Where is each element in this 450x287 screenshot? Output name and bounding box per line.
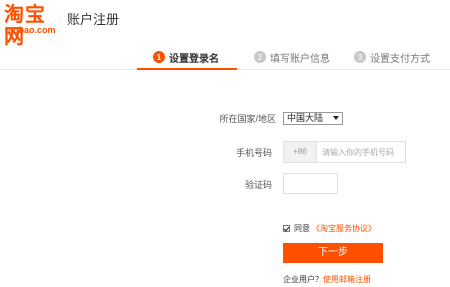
verification-code-label: 验证码 (244, 180, 272, 190)
business-user-row: 企业用户？使用邮箱注册 (283, 275, 371, 285)
step-label: 填写账户信息 (270, 53, 330, 65)
step-number-badge: 1 (153, 51, 165, 63)
logo-domain: taobao.com (5, 25, 56, 35)
service-agreement-link[interactable]: 《淘宝服务协议》 (312, 223, 376, 234)
step-number-badge: 3 (354, 51, 366, 63)
dropdown-caret-icon (333, 116, 339, 120)
region-label: 所在国家/地区 (219, 114, 276, 124)
step-label: 设置登录名 (169, 53, 219, 65)
step-label: 设置支付方式 (370, 53, 430, 65)
region-selected-value: 中国大陆 (287, 113, 324, 123)
agree-checkbox[interactable] (283, 224, 290, 232)
next-step-button[interactable]: 下一步 (283, 243, 383, 263)
region-select[interactable]: 中国大陆 (283, 112, 343, 125)
page-title: 账户注册 (67, 12, 120, 27)
agreement-row: 同意 《淘宝服务协议》 (283, 222, 376, 234)
step-set-payment: 3 设置支付方式 (354, 46, 430, 68)
phone-label: 手机号码 (235, 148, 272, 158)
agree-text: 同意 (294, 223, 310, 233)
phone-input[interactable] (318, 142, 405, 162)
step-fill-account-info: 2 填写账户信息 (254, 46, 330, 68)
business-user-text: 企业用户？ (283, 275, 323, 284)
phone-field: +86 (283, 141, 406, 163)
page-header: 淘宝网 taobao.com 账户注册 (0, 0, 450, 48)
step-set-login-name: 1 设置登录名 (153, 46, 219, 68)
verification-code-slider[interactable] (283, 173, 338, 194)
email-register-link[interactable]: 使用邮箱注册 (323, 275, 371, 284)
registration-steps: 1 设置登录名 2 填写账户信息 3 设置支付方式 (137, 46, 449, 70)
step-number-badge: 2 (254, 51, 266, 63)
taobao-logo[interactable]: 淘宝网 taobao.com (4, 4, 66, 48)
active-step-underline (137, 68, 237, 70)
country-code-prefix[interactable]: +86 (284, 142, 317, 162)
